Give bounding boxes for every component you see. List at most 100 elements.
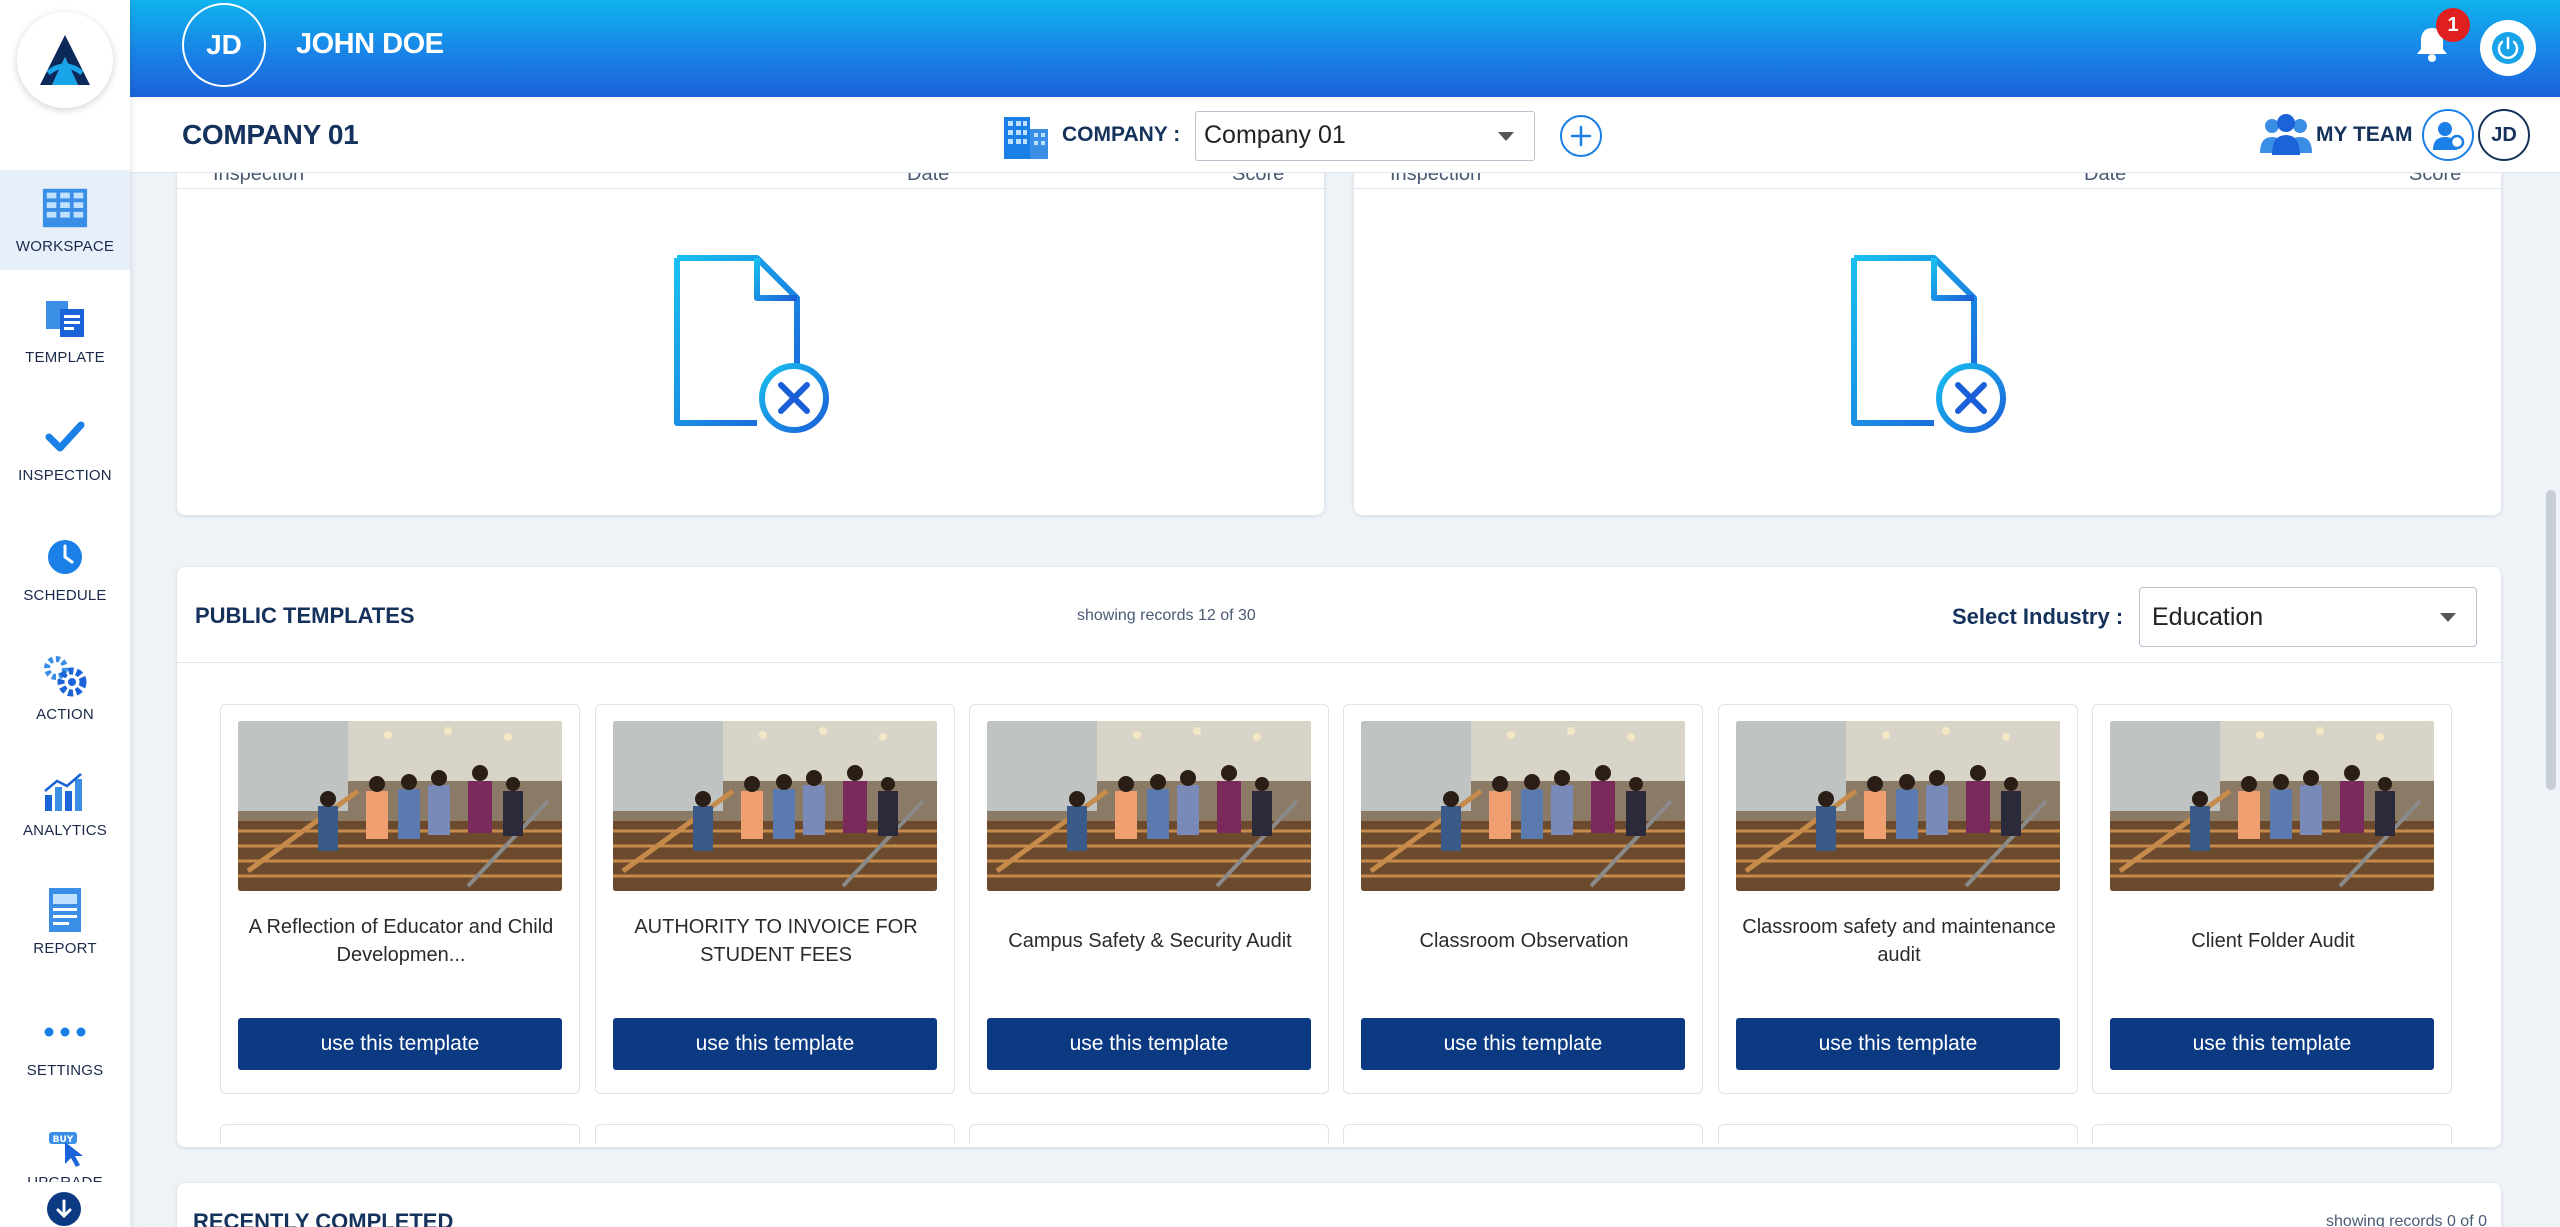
scheduled-inspections-panel: Inspection Date Score [1354, 173, 2501, 515]
sidebar-item-label: SETTINGS [26, 1062, 104, 1079]
company-label: COMPANY : [1062, 123, 1181, 146]
industry-select[interactable]: Education [2139, 587, 2477, 647]
sidebar-item-label: UPGRADE [27, 1174, 103, 1182]
col-header-score: Score [1232, 173, 1285, 185]
team-member-avatar[interactable] [2422, 109, 2474, 161]
use-template-button[interactable]: use this template [238, 1018, 562, 1070]
company-bar: COMPANY 01 COMPANY : Company 01 MY TEAM … [130, 97, 2560, 173]
user-settings-icon [2433, 122, 2465, 150]
user-avatar[interactable]: JD [182, 3, 266, 87]
template-title: A Reflection of Educator and Child Devel… [248, 916, 554, 966]
template-icon [41, 295, 89, 343]
recently-completed-title: RECENTLY COMPLETED [193, 1209, 454, 1227]
use-template-button[interactable]: use this template [987, 1018, 1311, 1070]
col-header-score: Score [2409, 173, 2462, 185]
company-select[interactable]: Company 01 [1195, 111, 1535, 161]
sidebar-item-inspection[interactable]: INSPECTION [0, 413, 130, 484]
public-templates-header: PUBLIC TEMPLATES showing records 12 of 3… [177, 567, 2501, 663]
template-card[interactable]: A Reflection of Educator and Child Devel… [220, 704, 580, 1094]
template-card[interactable]: Classroom Observation use this template [1343, 704, 1703, 1094]
sidebar-item-label: INSPECTION [18, 467, 112, 484]
col-header-date: Date [2084, 173, 2127, 185]
public-templates-panel: PUBLIC TEMPLATES showing records 12 of 3… [177, 567, 2501, 1147]
sidebar-item-action[interactable]: ACTION [0, 652, 130, 723]
template-card[interactable]: AUTHORITY TO INVOICE FOR STUDENT FEES use… [595, 704, 955, 1094]
logo-mark-icon [40, 35, 90, 85]
page-scrollbar[interactable] [2546, 490, 2556, 790]
report-icon [41, 886, 89, 934]
template-thumbnail [238, 721, 562, 891]
template-card[interactable]: Client Folder Audit use this template [2092, 704, 2452, 1094]
workspace-icon [41, 184, 89, 232]
buy-cursor-icon: BUY [41, 1122, 89, 1168]
template-title: Campus Safety & Security Audit [1008, 930, 1292, 952]
panel-header: Inspection Date Score [177, 173, 1324, 189]
use-template-button[interactable]: use this template [1361, 1018, 1685, 1070]
sidebar-item-settings[interactable]: SETTINGS [0, 1008, 130, 1079]
template-card-next-row[interactable] [595, 1124, 955, 1144]
sidebar-item-label: REPORT [33, 940, 97, 957]
template-card-next-row[interactable] [969, 1124, 1329, 1144]
bar-chart-icon [41, 768, 89, 816]
industry-label: Select Industry : [1952, 604, 2124, 629]
clock-icon [41, 533, 89, 581]
template-title: Classroom Observation [1419, 930, 1629, 952]
template-thumbnail [1736, 721, 2060, 891]
page-title: COMPANY 01 [182, 119, 359, 150]
plus-icon [1570, 125, 1592, 147]
company-select-value: Company 01 [1204, 121, 1346, 149]
sidebar-item-label: ANALYTICS [22, 822, 108, 839]
col-header-inspection: Inspection [1390, 173, 1482, 185]
notification-badge: 1 [2436, 8, 2470, 42]
power-icon [2492, 32, 2524, 64]
template-card[interactable]: Campus Safety & Security Audit use this t… [969, 704, 1329, 1094]
sidebar-item-report[interactable]: REPORT [0, 886, 130, 957]
chevron-down-icon [1498, 132, 1514, 141]
sidebar-item-schedule[interactable]: SCHEDULE [0, 533, 130, 604]
app-logo[interactable] [17, 12, 113, 108]
recently-completed-panel: RECENTLY COMPLETED showing records 0 of … [177, 1183, 2501, 1227]
sidebar-item-label: ACTION [36, 706, 94, 723]
template-thumbnail [987, 721, 1311, 891]
sidebar-item-upgrade[interactable]: BUY UPGRADE [0, 1122, 130, 1182]
template-card-next-row[interactable] [2092, 1124, 2452, 1144]
empty-document-icon [674, 255, 829, 433]
sidebar-item-template[interactable]: TEMPLATE [0, 295, 130, 366]
use-template-button[interactable]: use this template [1736, 1018, 2060, 1070]
industry-select-value: Education [2152, 603, 2264, 631]
public-templates-title: PUBLIC TEMPLATES [195, 603, 415, 628]
chevron-down-icon [2440, 613, 2456, 622]
logout-button[interactable] [2480, 20, 2536, 76]
records-count: showing records 12 of 30 [1077, 607, 1256, 624]
sidebar: WORKSPACE TEMPLATE INSPECTION SCHEDULE A… [0, 0, 130, 1227]
template-card-next-row[interactable] [1718, 1124, 2078, 1144]
template-card-next-row[interactable] [220, 1124, 580, 1144]
template-thumbnail [613, 721, 937, 891]
add-company-button[interactable] [1560, 115, 1602, 157]
workspace-content: Inspection Date Score Inspection Date Sc… [130, 173, 2510, 1227]
template-title: AUTHORITY TO INVOICE FOR STUDENT FEES [634, 916, 918, 966]
col-header-date: Date [907, 173, 950, 185]
scroll-down-button[interactable] [47, 1192, 81, 1226]
my-team-label: MY TEAM [2316, 123, 2413, 146]
template-title: Classroom safety and maintenance audit [1742, 916, 2056, 966]
template-card-next-row[interactable] [1343, 1124, 1703, 1144]
template-thumbnail [2110, 721, 2434, 891]
template-thumbnail [1361, 721, 1685, 891]
gears-icon [41, 652, 89, 700]
team-icon [2260, 114, 2312, 155]
building-icon [1004, 117, 1048, 159]
empty-document-icon [1851, 255, 2006, 433]
sidebar-item-label: WORKSPACE [15, 238, 115, 255]
sidebar-item-workspace[interactable]: WORKSPACE [0, 170, 130, 270]
checkmark-icon [41, 413, 89, 461]
use-template-button[interactable]: use this template [2110, 1018, 2434, 1070]
records-count: showing records 0 of 0 [2326, 1213, 2487, 1227]
use-template-button[interactable]: use this template [613, 1018, 937, 1070]
template-card[interactable]: Classroom safety and maintenance audit us… [1718, 704, 2078, 1094]
col-header-inspection: Inspection [213, 173, 305, 185]
panel-header: Inspection Date Score [1354, 173, 2501, 189]
recent-inspections-panel: Inspection Date Score [177, 173, 1324, 515]
sidebar-item-analytics[interactable]: ANALYTICS [0, 768, 130, 839]
team-member-initials[interactable]: JD [2478, 109, 2530, 161]
